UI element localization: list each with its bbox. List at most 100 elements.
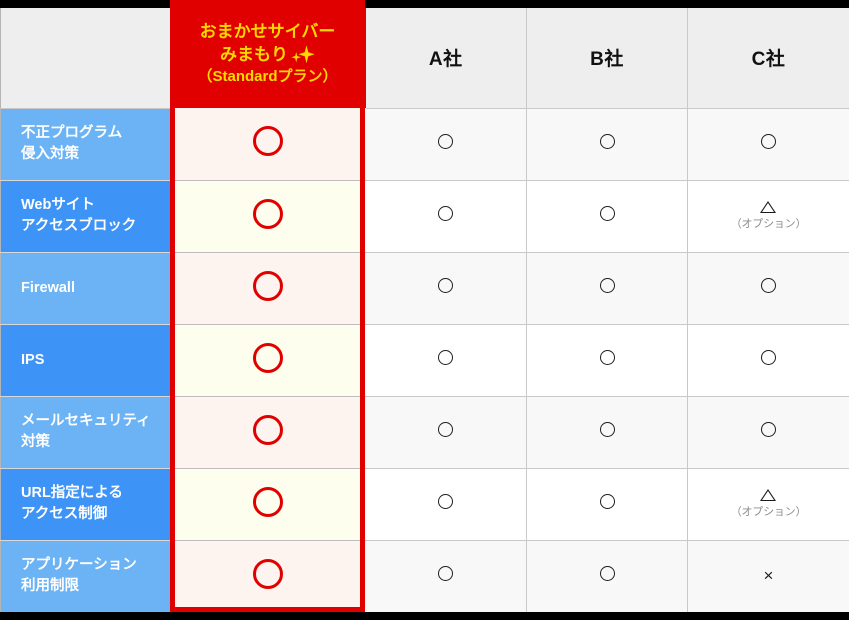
company-b-value-cell (526, 468, 688, 541)
mark-circle (438, 350, 454, 365)
mark-triangle (760, 488, 777, 501)
hero-value-cell (170, 180, 366, 253)
company-c-value-cell (687, 108, 849, 181)
mark-circle (599, 494, 615, 509)
mark-circle (761, 278, 776, 293)
mark-circle-red (253, 558, 283, 589)
mark-circle-red (253, 198, 283, 229)
mark-circle-red (253, 414, 283, 445)
hero-column-header: おまかせサイバー みまもり （Standardプラン） (170, 0, 365, 108)
company-a-value-cell (365, 324, 527, 397)
feature-label-line2: 侵入対策 (21, 146, 79, 162)
header-company-a: A社 (365, 8, 527, 109)
table-row: 不正プログラム 侵入対策 (0, 108, 849, 181)
hero-value-cell (170, 396, 366, 469)
hero-title-line3: （Standardプラン） (197, 68, 338, 86)
mark-circle (599, 422, 615, 437)
company-b-value-cell (526, 108, 688, 181)
mark-circle-red (253, 270, 283, 301)
header-company-c: C社 (687, 8, 849, 109)
company-c-value-cell (687, 252, 849, 325)
bottom-black-bar (0, 612, 849, 620)
table-row: IPS (0, 324, 849, 397)
feature-label-cell: Firewall (0, 252, 171, 325)
mark-circle (438, 134, 454, 149)
feature-label-line2: アクセスブロック (21, 218, 137, 234)
hero-value-cell (170, 108, 366, 181)
mark-circle (599, 350, 615, 365)
company-a-value-cell (365, 180, 527, 253)
mark-triangle (760, 200, 777, 213)
mark-circle-red (253, 126, 283, 157)
mark-circle (599, 278, 615, 293)
mark-circle (599, 566, 615, 581)
hero-value-cell (170, 252, 366, 325)
mark-circle-red (253, 342, 283, 373)
table-row: Firewall (0, 252, 849, 325)
company-b-value-cell (526, 180, 688, 253)
sparkle-icon (289, 44, 315, 66)
feature-label-line1: アプリケーション (21, 557, 137, 574)
table-row: URL指定による アクセス制御 （オプション） (0, 468, 849, 541)
mark-circle (761, 134, 776, 149)
feature-label-cell: IPS (0, 324, 171, 397)
mark-circle (438, 206, 454, 221)
company-b-value-cell (526, 396, 688, 469)
hero-value-cell (170, 468, 366, 541)
company-c-value-cell (687, 396, 849, 469)
mark-circle (761, 422, 776, 437)
service-comparison-table: A社 B社 C社 不正プログラム 侵入対策 Webサイト アクセスブロック （オプション… (0, 8, 849, 613)
header-company-b: B社 (526, 8, 688, 109)
mark-circle (438, 422, 454, 437)
header-blank-cell (0, 8, 171, 109)
feature-label-line1: Firewall (21, 279, 75, 296)
company-c-value-cell: （オプション） (687, 180, 849, 253)
feature-label-line1: メールセキュリティ (21, 413, 151, 430)
table-row: Webサイトアクセスブロック （オプション） (0, 180, 849, 253)
mark-cross: × (763, 565, 774, 585)
company-b-value-cell (526, 540, 688, 613)
feature-label-line2: アクセス制御 (21, 506, 108, 522)
hero-title-line2: みまもり (220, 44, 315, 66)
company-a-value-cell (365, 108, 527, 181)
feature-label-line1: 不正プログラム (21, 125, 123, 142)
mark-circle (438, 494, 454, 509)
feature-label-line1: URL指定による (21, 485, 123, 502)
mark-circle (761, 350, 776, 365)
table-row: メールセキュリティ 対策 (0, 396, 849, 469)
table-header-row: A社 B社 C社 (0, 8, 849, 109)
hero-title-line2-text: みまもり (220, 44, 288, 64)
mark-with-note: （オプション） (730, 200, 807, 230)
table-row: アプリケーション 利用制限 × (0, 540, 849, 613)
hero-value-cell (170, 324, 366, 397)
table-body: 不正プログラム 侵入対策 Webサイト アクセスブロック （オプション） Firewall… (0, 108, 849, 613)
hero-title-line1: おまかせサイバー (199, 22, 336, 42)
company-a-value-cell (365, 396, 527, 469)
feature-label-line1: IPS (21, 351, 45, 368)
feature-label-line2: 利用制限 (21, 578, 79, 594)
feature-label-cell: アプリケーション 利用制限 (0, 540, 171, 613)
feature-label-cell: 不正プログラム 侵入対策 (0, 108, 171, 181)
company-a-value-cell (365, 252, 527, 325)
hero-value-cell (170, 540, 366, 613)
feature-label-cell: Webサイトアクセスブロック (0, 180, 171, 253)
top-black-bar (0, 0, 849, 8)
mark-note: （オプション） (730, 217, 807, 230)
company-a-value-cell (365, 540, 527, 613)
feature-label-cell: メールセキュリティ 対策 (0, 396, 171, 469)
mark-note: （オプション） (730, 505, 807, 518)
comparison-table-screenshot: A社 B社 C社 不正プログラム 侵入対策 Webサイト アクセスブロック （オプション… (0, 0, 849, 620)
company-b-value-cell (526, 252, 688, 325)
mark-circle-red (253, 486, 283, 517)
mark-circle (599, 134, 615, 149)
company-c-value-cell: × (687, 540, 849, 613)
feature-label-line2: 対策 (21, 434, 50, 450)
mark-circle (599, 206, 615, 221)
mark-circle (438, 278, 454, 293)
feature-label-line1: Webサイト (21, 197, 95, 214)
company-c-value-cell (687, 324, 849, 397)
feature-label-cell: URL指定による アクセス制御 (0, 468, 171, 541)
mark-circle (438, 566, 454, 581)
company-b-value-cell (526, 324, 688, 397)
company-a-value-cell (365, 468, 527, 541)
